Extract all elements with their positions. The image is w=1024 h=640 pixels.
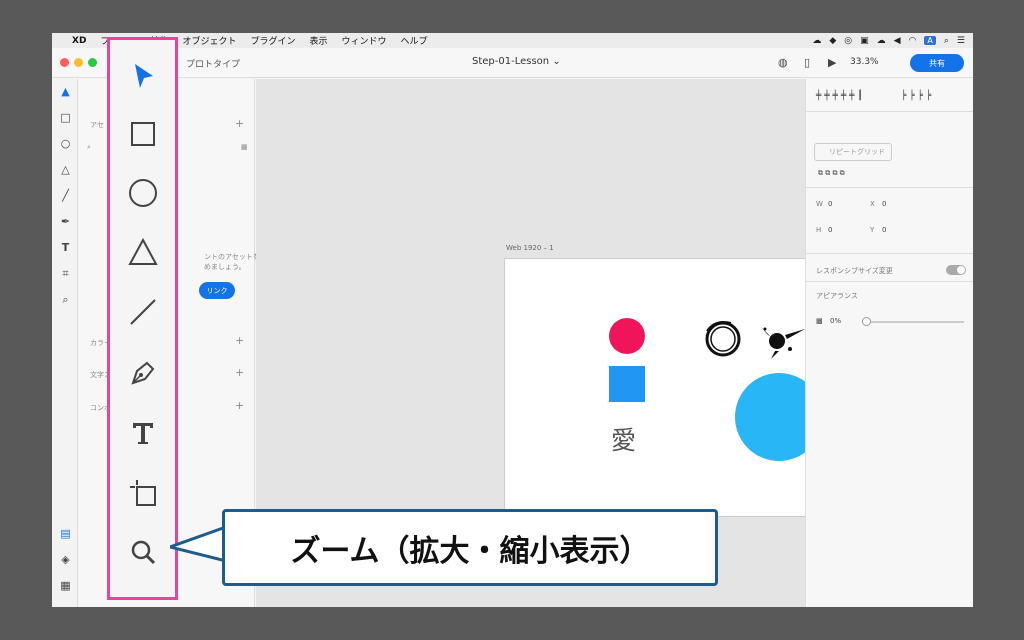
blue-square[interactable] xyxy=(609,366,645,402)
width-label: W xyxy=(816,200,823,208)
layers-icon[interactable]: ◈ xyxy=(59,553,72,566)
notification-icon[interactable]: ▣ xyxy=(860,36,869,46)
ellipse-tool-icon[interactable]: ○ xyxy=(59,137,72,150)
kanji-text[interactable]: 愛 xyxy=(611,421,636,457)
input-source-badge[interactable]: A xyxy=(924,36,936,45)
property-inspector: ╪ ╪ ╪ ╪ ╪ ┃ ╞ ╞ ╞ ╞ リピートグリッド ⧉ ⧉ ⧉ ⧉ W 0… xyxy=(805,79,973,607)
status-icons: ☁ ◆ ◎ ▣ ☁ ◀ ◠ A ⌕ ☰ xyxy=(812,33,965,48)
artboard-label[interactable]: Web 1920 – 1 xyxy=(506,244,554,252)
add-component-icon[interactable]: + xyxy=(235,399,244,412)
polygon-tool-icon[interactable] xyxy=(127,236,159,268)
artboard-tool-icon[interactable]: ⌗ xyxy=(59,267,72,280)
pen-tool-icon[interactable]: ✒ xyxy=(59,215,72,228)
polygon-tool-icon[interactable]: △ xyxy=(59,163,72,176)
add-color-icon[interactable]: + xyxy=(235,334,244,347)
menu-app[interactable]: XD xyxy=(72,36,86,46)
callout-pointer xyxy=(170,525,230,563)
divider xyxy=(806,111,973,112)
link-button[interactable]: リンク xyxy=(199,282,235,299)
cloud-icon[interactable]: ☁ xyxy=(877,36,886,46)
rectangle-tool-icon[interactable] xyxy=(127,118,159,150)
menu-view[interactable]: 表示 xyxy=(309,34,327,47)
select-tool-icon[interactable] xyxy=(127,60,159,92)
line-tool-icon[interactable] xyxy=(127,296,159,328)
tool-bar: ▲ □ ○ △ ╱ ✒ T ⌗ ⌕ ▤ ◈ ▦ xyxy=(52,79,78,607)
menu-window[interactable]: ウィンドウ xyxy=(342,34,387,47)
artboard-tool-icon[interactable] xyxy=(127,477,159,509)
boolean-ops-icons[interactable]: ⧉ ⧉ ⧉ ⧉ xyxy=(818,169,845,178)
empty-assets-text-2: めましょう。 xyxy=(204,263,246,271)
ellipse-tool-icon[interactable] xyxy=(127,177,159,209)
repeat-grid-button[interactable]: リピートグリッド xyxy=(814,143,892,161)
volume-icon[interactable]: ◀ xyxy=(894,36,901,46)
opacity-field[interactable]: 0% xyxy=(830,317,841,325)
width-field[interactable]: 0 xyxy=(828,200,832,208)
divider xyxy=(806,187,973,188)
responsive-resize-toggle[interactable] xyxy=(946,265,966,275)
text-tool-icon[interactable] xyxy=(127,417,159,449)
minimize-window-button[interactable] xyxy=(74,58,83,67)
play-icon[interactable]: ▶ xyxy=(828,56,836,69)
opacity-slider-handle[interactable] xyxy=(862,317,871,326)
divider xyxy=(806,281,973,282)
y-field[interactable]: 0 xyxy=(882,226,886,234)
search-icon[interactable]: ⌕ xyxy=(87,143,91,152)
wifi-icon[interactable]: ◠ xyxy=(909,36,917,46)
align-icons[interactable]: ╪ ╪ ╪ ╪ ╪ ┃ xyxy=(816,91,863,101)
select-tool-icon[interactable]: ▲ xyxy=(59,85,72,98)
enlarged-tool-bar xyxy=(107,37,178,600)
empty-assets-text-1: ントのアセットを xyxy=(204,253,260,261)
zoom-tool-icon[interactable] xyxy=(127,536,159,568)
line-tool-icon[interactable]: ╱ xyxy=(59,189,72,202)
appearance-label: アピアランス xyxy=(816,292,858,300)
plugins-icon[interactable]: ▦ xyxy=(59,579,72,592)
y-label: Y xyxy=(870,226,875,234)
app-toolbar: プロトタイプ Step-01-Lesson ⌄ ◍ ▯ ▶ 33.3% 共有 xyxy=(52,48,973,78)
user-icon[interactable]: ◍ xyxy=(778,56,788,69)
assets-panel-icon[interactable]: ▤ xyxy=(59,527,72,540)
divider xyxy=(806,253,973,254)
ink-splatter-1[interactable] xyxy=(755,327,805,359)
assets-title: アセ xyxy=(90,121,104,129)
add-asset-icon[interactable]: + xyxy=(235,117,244,130)
distribute-icons[interactable]: ╞ ╞ ╞ ╞ xyxy=(901,91,931,101)
document-title[interactable]: Step-01-Lesson ⌄ xyxy=(472,56,561,67)
dropbox-icon[interactable]: ◆ xyxy=(829,36,836,46)
grid-view-icon[interactable]: ▦ xyxy=(241,143,248,151)
menu-help[interactable]: ヘルプ xyxy=(401,34,428,47)
zoom-tool-icon[interactable]: ⌕ xyxy=(59,293,72,306)
opacity-slider-track[interactable] xyxy=(864,321,964,323)
height-field[interactable]: 0 xyxy=(828,226,832,234)
cloud-check-icon[interactable]: ☁ xyxy=(812,36,821,46)
share-button[interactable]: 共有 xyxy=(910,54,964,72)
x-field[interactable]: 0 xyxy=(882,200,886,208)
add-text-style-icon[interactable]: + xyxy=(235,366,244,379)
list-icon[interactable]: ☰ xyxy=(957,36,965,46)
x-label: X xyxy=(870,200,875,208)
close-window-button[interactable] xyxy=(60,58,69,67)
menu-plugins[interactable]: プラグイン xyxy=(250,34,295,47)
opacity-icon: ▩ xyxy=(816,317,823,325)
menu-object[interactable]: オブジェクト xyxy=(182,34,236,47)
zoom-callout: ズーム（拡大・縮小表示） xyxy=(222,509,718,586)
text-tool-icon[interactable]: T xyxy=(59,241,72,254)
pen-tool-icon[interactable] xyxy=(127,357,159,389)
red-circle[interactable] xyxy=(609,318,645,354)
device-preview-icon[interactable]: ▯ xyxy=(804,56,810,69)
tab-prototype[interactable]: プロトタイプ xyxy=(186,57,240,70)
rectangle-tool-icon[interactable]: □ xyxy=(59,111,72,124)
ink-brush-circle[interactable] xyxy=(705,321,741,357)
creative-cloud-icon[interactable]: ◎ xyxy=(844,36,852,46)
height-label: H xyxy=(816,226,822,234)
zoom-window-button[interactable] xyxy=(88,58,97,67)
search-icon[interactable]: ⌕ xyxy=(944,36,949,46)
responsive-resize-label: レスポンシブサイズ変更 xyxy=(816,267,893,275)
menubar: XD ファイル 編集 オブジェクト プラグイン 表示 ウィンドウ ヘルプ ☁ ◆… xyxy=(52,33,973,48)
zoom-level[interactable]: 33.3% xyxy=(850,57,879,67)
